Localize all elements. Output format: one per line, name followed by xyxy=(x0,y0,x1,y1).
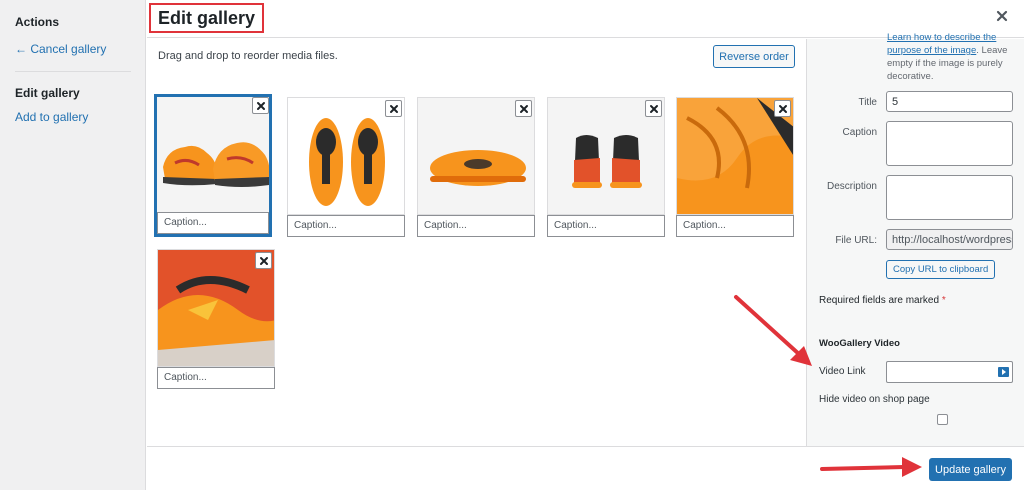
actions-heading: Actions xyxy=(15,15,60,29)
gallery-tile[interactable]: Caption... xyxy=(417,97,535,238)
file-url-label: File URL: xyxy=(835,235,877,246)
file-url-input[interactable]: http://localhost/wordpress xyxy=(886,229,1013,250)
gallery-tile[interactable]: Caption... xyxy=(676,97,794,238)
required-star: * xyxy=(941,295,946,306)
remove-image-button[interactable] xyxy=(255,252,272,269)
hide-video-checkbox[interactable] xyxy=(937,414,948,425)
play-icon[interactable] xyxy=(998,367,1009,377)
required-fields-note: Required fields are marked * xyxy=(819,295,946,306)
update-gallery-button[interactable]: Update gallery xyxy=(929,458,1012,481)
caption-input[interactable]: Caption... xyxy=(417,215,535,237)
description-textarea[interactable] xyxy=(886,175,1013,220)
hide-video-label: Hide video on shop page xyxy=(819,394,930,405)
remove-icon xyxy=(259,256,268,265)
title-label: Title xyxy=(858,97,877,108)
gallery-tile[interactable]: Caption... xyxy=(547,97,665,238)
remove-icon xyxy=(389,104,398,113)
add-to-gallery-link[interactable]: Add to gallery xyxy=(15,110,88,124)
remove-image-button[interactable] xyxy=(774,100,791,117)
page-title-highlight: Edit gallery xyxy=(149,3,265,33)
caption-input[interactable]: Caption... xyxy=(287,215,405,237)
caption-textarea[interactable] xyxy=(886,121,1013,166)
remove-icon xyxy=(778,104,787,113)
remove-icon xyxy=(519,104,528,113)
required-fields-text: Required fields are marked xyxy=(819,295,940,306)
title-input[interactable]: 5 xyxy=(886,91,1013,112)
gallery-tile[interactable]: Caption... xyxy=(287,97,405,238)
copy-url-button[interactable]: Copy URL to clipboard xyxy=(886,260,996,279)
remove-icon xyxy=(256,101,265,110)
page-title: Edit gallery xyxy=(158,7,256,28)
gallery-tile[interactable]: Caption... xyxy=(154,94,272,237)
woogallery-video-heading: WooGallery Video xyxy=(819,338,900,349)
close-icon[interactable] xyxy=(994,8,1010,24)
video-link-label: Video Link xyxy=(819,366,866,377)
attachment-details-panel: Learn how to describe the purpose of the… xyxy=(806,32,1024,446)
caption-input[interactable]: Caption... xyxy=(157,212,269,234)
remove-image-button[interactable] xyxy=(515,100,532,117)
remove-image-button[interactable] xyxy=(385,100,402,117)
video-link-input[interactable] xyxy=(886,361,1013,383)
description-label: Description xyxy=(826,181,877,192)
remove-image-button[interactable] xyxy=(252,97,269,114)
remove-icon xyxy=(649,104,658,113)
gallery-tile[interactable]: Caption... xyxy=(157,249,275,390)
sidebar-divider xyxy=(15,71,131,72)
reverse-order-button[interactable]: Reverse order xyxy=(713,45,795,68)
caption-input[interactable]: Caption... xyxy=(157,367,275,389)
caption-input[interactable]: Caption... xyxy=(547,215,665,237)
gallery-content: Drag and drop to reorder media files. Re… xyxy=(147,39,806,446)
remove-image-button[interactable] xyxy=(645,100,662,117)
caption-input[interactable]: Caption... xyxy=(676,215,794,237)
modal-footer: Update gallery xyxy=(147,446,1024,490)
gallery-sidebar: Actions ← Cancel gallery Edit gallery Ad… xyxy=(0,0,146,490)
alt-text-help: Learn how to describe the purpose of the… xyxy=(887,31,1019,83)
sidebar-item-edit-gallery[interactable]: Edit gallery xyxy=(15,86,80,100)
reorder-hint: Drag and drop to reorder media files. xyxy=(158,50,338,62)
caption-label: Caption xyxy=(842,127,877,138)
cancel-gallery-link[interactable]: ← Cancel gallery xyxy=(15,42,106,56)
